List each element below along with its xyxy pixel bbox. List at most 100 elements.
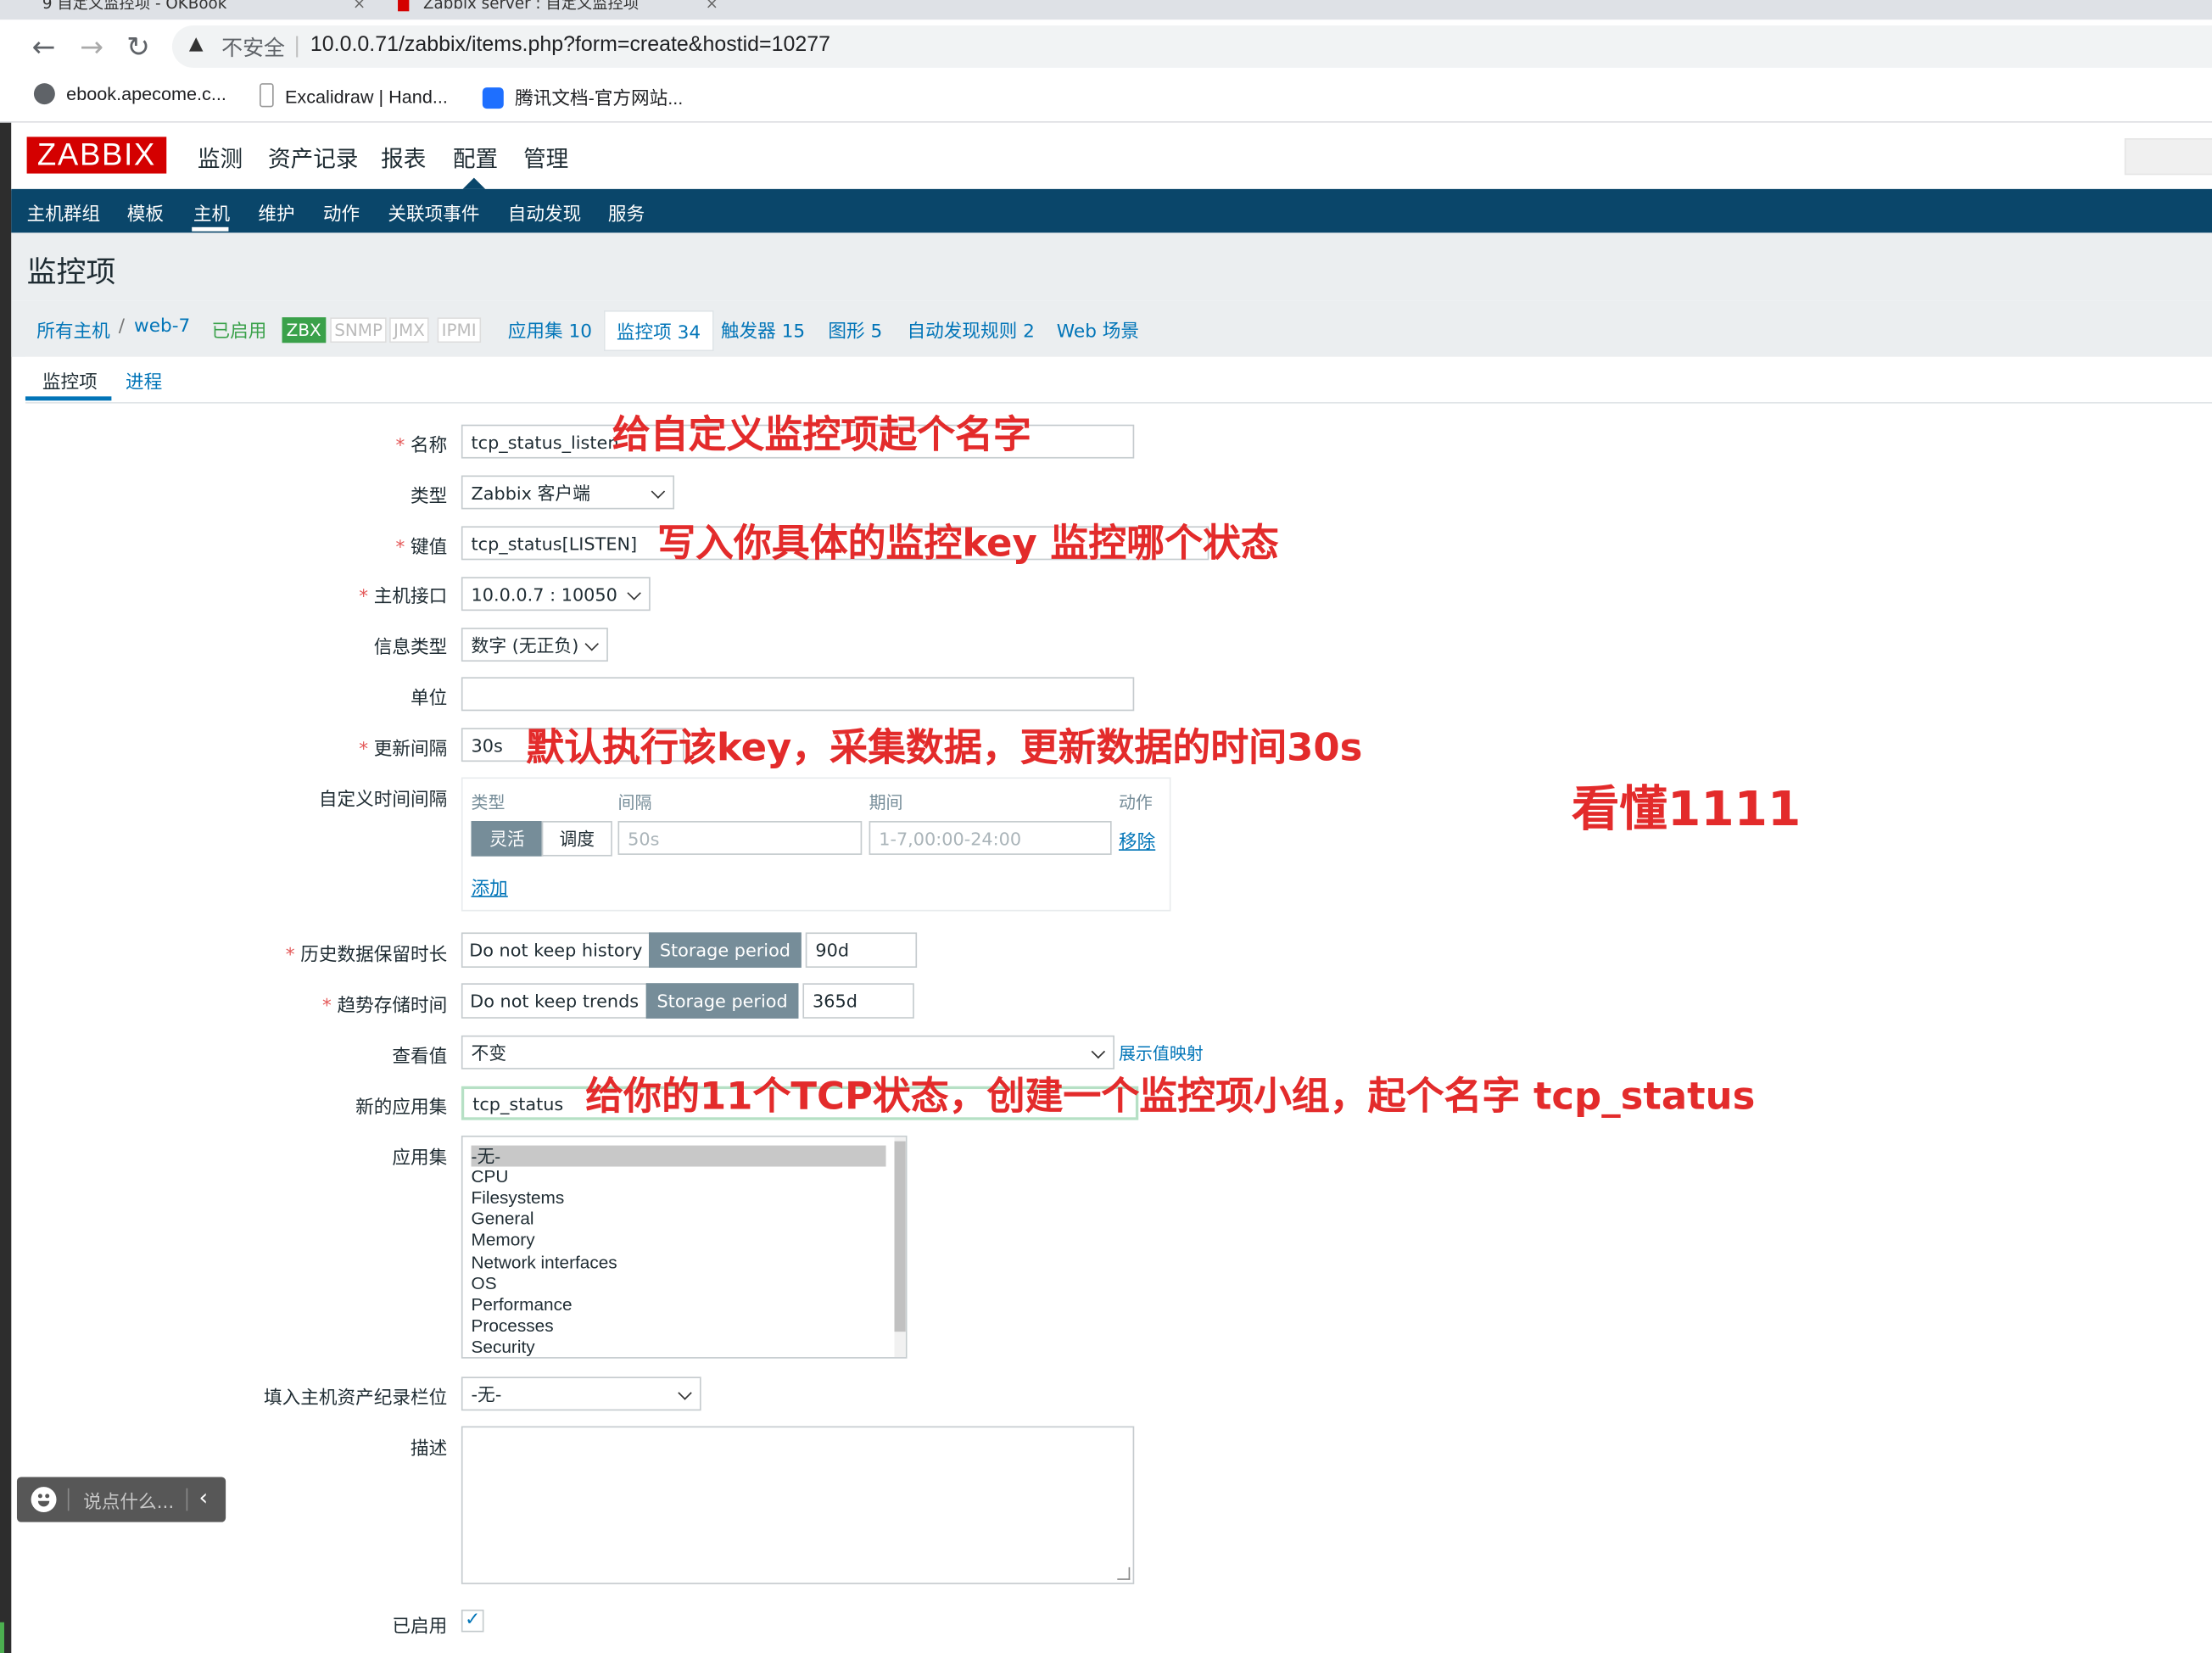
page-title: 监控项 xyxy=(26,255,116,289)
breadcrumb-host[interactable]: web-7 xyxy=(134,316,190,338)
submenu-templates[interactable]: 模板 xyxy=(127,199,164,226)
application-option[interactable]: General xyxy=(472,1209,534,1230)
application-option[interactable]: Network interfaces xyxy=(472,1253,617,1274)
applications-listbox[interactable]: -无- CPU Filesystems General Memory Netwo… xyxy=(461,1135,908,1359)
form-tabs: 监控项 进程 xyxy=(25,356,2212,404)
host-status-enabled[interactable]: 已启用 xyxy=(211,316,266,343)
application-option[interactable]: Performance xyxy=(472,1295,573,1316)
scheduling-toggle[interactable]: 调度 xyxy=(541,821,612,857)
info-type-select[interactable]: 数字 (无正负) xyxy=(461,628,608,662)
zabbix-logo[interactable]: ZABBIX xyxy=(26,137,167,174)
breadcrumb: 所有主机 / web-7 已启用 ZBX SNMP JMX IPMI 应用集 1… xyxy=(11,300,2212,357)
period-input[interactable]: 1-7,00:00-24:00 xyxy=(869,821,1112,855)
bookmark-label: 腾讯文档-官方网站... xyxy=(515,87,684,109)
menu-monitoring[interactable]: 监测 xyxy=(198,140,243,174)
link-graphs[interactable]: 图形 5 xyxy=(828,316,882,343)
trends-label: * 趋势存储时间 xyxy=(322,996,448,1018)
window-left-accent xyxy=(0,1622,4,1653)
bookmark-tencent-docs[interactable]: 腾讯文档-官方网站... xyxy=(482,83,684,110)
application-option[interactable]: -无- xyxy=(472,1147,501,1168)
tab-close-icon[interactable]: × xyxy=(706,0,717,8)
active-submenu-underline xyxy=(192,226,229,232)
application-option[interactable]: CPU xyxy=(472,1167,509,1188)
submenu-event-correlation[interactable]: 关联项事件 xyxy=(388,199,479,226)
col-type-header: 类型 xyxy=(471,792,506,813)
browser-tab-2[interactable]: Zabbix server : 自定义监控项 xyxy=(423,0,677,20)
listbox-scrollbar-thumb[interactable] xyxy=(894,1141,906,1332)
url-field[interactable]: ▲ 不安全 | 10.0.0.71/zabbix/items.php?form=… xyxy=(171,25,2212,68)
annotation-name-note: 给自定义监控项起个名字 xyxy=(612,413,1031,457)
listbox-scrollbar[interactable] xyxy=(894,1136,906,1358)
col-action-header: 动作 xyxy=(1118,792,1153,813)
chat-widget[interactable]: 说点什么... ‹ xyxy=(16,1477,226,1522)
valuemap-select[interactable]: 不变 xyxy=(461,1035,1114,1069)
link-items-active[interactable]: 监控项 34 xyxy=(603,310,714,352)
interval-period-input[interactable]: 50s xyxy=(617,821,863,855)
units-input[interactable] xyxy=(461,677,1135,712)
link-web-scenarios[interactable]: Web 场景 xyxy=(1057,316,1139,343)
interval-label: * 更新间隔 xyxy=(359,739,448,761)
col-period-header: 期间 xyxy=(869,792,903,813)
type-select[interactable]: Zabbix 客户端 xyxy=(461,475,675,510)
remove-link[interactable]: 移除 xyxy=(1119,827,1155,853)
tab-preprocessing[interactable]: 进程 xyxy=(126,366,162,394)
bookmark-ebook[interactable]: ebook.apecome.c... xyxy=(33,83,226,105)
link-triggers[interactable]: 触发器 15 xyxy=(721,316,805,343)
submenu-discovery[interactable]: 自动发现 xyxy=(508,199,582,226)
application-option[interactable]: Security xyxy=(472,1337,535,1357)
address-bar: ← → ↻ ▲ 不安全 | 10.0.0.71/zabbix/items.php… xyxy=(0,20,2212,74)
interface-ipmi-badge: IPMI xyxy=(437,317,481,343)
interface-select[interactable]: 10.0.0.7 : 10050 xyxy=(461,577,651,611)
annotation-interval-note: 默认执行该key，采集数据，更新数据的时间30s xyxy=(526,726,1363,771)
forward-icon[interactable]: → xyxy=(76,31,108,63)
menu-reports[interactable]: 报表 xyxy=(381,140,426,174)
menu-administration[interactable]: 管理 xyxy=(523,140,568,174)
application-option[interactable]: Memory xyxy=(472,1230,535,1251)
menu-configuration[interactable]: 配置 xyxy=(453,140,498,174)
history-storage-period-toggle[interactable]: Storage period xyxy=(649,932,802,969)
submenu-maintenance[interactable]: 维护 xyxy=(258,199,294,226)
bookmark-label: Excalidraw | Hand... xyxy=(284,86,448,108)
resize-handle-icon[interactable] xyxy=(1117,1566,1131,1580)
application-option[interactable]: OS xyxy=(472,1274,497,1295)
submenu-hosts[interactable]: 主机 xyxy=(193,199,230,226)
history-value-input[interactable]: 90d xyxy=(805,932,918,969)
annotation-key-note: 写入你具体的监控key 监控哪个状态 xyxy=(657,522,1279,566)
name-label: * 名称 xyxy=(395,435,448,457)
reload-icon[interactable]: ↻ xyxy=(123,31,154,63)
browser-tab-1[interactable]: 9 自定义监控项 - OKBook xyxy=(42,0,325,20)
submenu-actions[interactable]: 动作 xyxy=(323,199,360,226)
application-option[interactable]: Filesystems xyxy=(472,1187,565,1209)
trends-do-not-keep-toggle[interactable]: Do not keep trends xyxy=(461,983,648,1019)
enabled-label: 已启用 xyxy=(392,1617,448,1639)
chat-input-placeholder[interactable]: 说点什么... xyxy=(83,1487,174,1514)
key-label: * 键值 xyxy=(395,537,448,559)
enabled-checkbox[interactable]: ✓ xyxy=(461,1609,484,1633)
inventory-field-select[interactable]: -无- xyxy=(461,1377,701,1411)
search-box[interactable] xyxy=(2124,138,2212,176)
breadcrumb-all-hosts[interactable]: 所有主机 xyxy=(36,316,110,343)
link-applications[interactable]: 应用集 10 xyxy=(508,316,592,343)
chevron-left-icon[interactable]: ‹ xyxy=(199,1484,209,1511)
emoji-icon[interactable] xyxy=(31,1487,57,1513)
excalidraw-icon xyxy=(260,83,274,108)
flexible-toggle[interactable]: 灵活 xyxy=(471,821,544,857)
description-textarea[interactable] xyxy=(461,1426,1135,1584)
submenu-host-groups[interactable]: 主机群组 xyxy=(27,199,101,226)
application-option[interactable]: Processes xyxy=(472,1316,554,1337)
add-link[interactable]: 添加 xyxy=(472,874,508,900)
history-label: * 历史数据保留时长 xyxy=(285,945,448,967)
tab-close-icon[interactable]: × xyxy=(353,0,364,8)
show-value-mappings-link[interactable]: 展示值映射 xyxy=(1119,1041,1204,1064)
menu-inventory[interactable]: 资产记录 xyxy=(268,140,358,174)
warning-icon: ▲ xyxy=(188,33,204,55)
link-discovery-rules[interactable]: 自动发现规则 2 xyxy=(907,316,1034,343)
history-do-not-keep-toggle[interactable]: Do not keep history xyxy=(461,932,651,969)
submenu-services[interactable]: 服务 xyxy=(608,199,645,226)
back-icon[interactable]: ← xyxy=(28,31,59,63)
bookmark-excalidraw[interactable]: Excalidraw | Hand... xyxy=(260,83,448,108)
applications-label: 应用集 xyxy=(392,1148,448,1170)
tab-item[interactable]: 监控项 xyxy=(42,366,98,394)
trends-value-input[interactable]: 365d xyxy=(802,983,914,1019)
trends-storage-period-toggle[interactable]: Storage period xyxy=(645,983,799,1019)
